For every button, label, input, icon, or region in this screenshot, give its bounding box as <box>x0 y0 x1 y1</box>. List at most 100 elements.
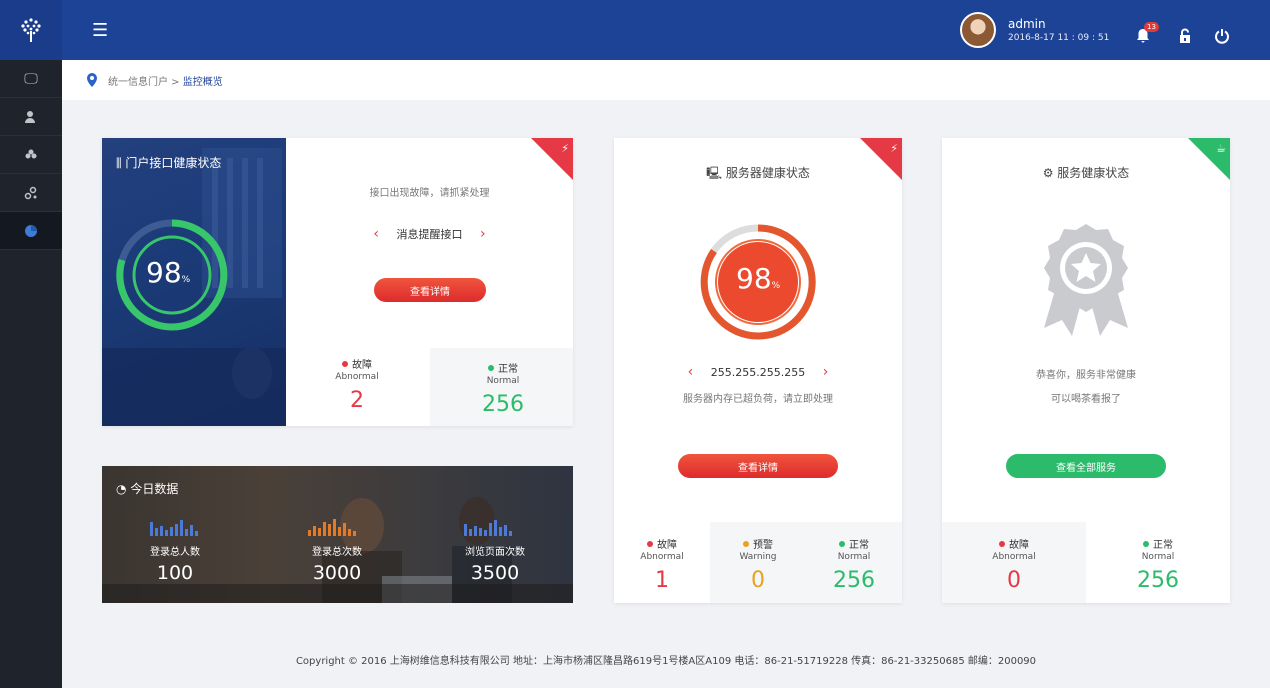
service-message-2: 可以喝茶看报了 <box>1051 394 1121 405</box>
user-info[interactable]: admin 2016-8-17 11 : 09 : 51 <box>960 12 1109 48</box>
service-health-title-text: 服务健康状态 <box>1057 166 1130 180</box>
server-abnormal-stat: 故障 Abnormal 1 <box>618 536 706 593</box>
gears-icon: ⚙ <box>1042 166 1054 180</box>
plug-icon: ⚡ <box>561 142 569 155</box>
sidebar-item-dashboard[interactable] <box>0 212 62 250</box>
server-ip: 255.255.255.255 <box>710 366 806 379</box>
portal-abnormal-en: Abnormal <box>335 372 379 382</box>
login-count-label: 登录总次数 <box>312 547 362 558</box>
breadcrumb: 统一信息门户 > 监控概览 <box>62 60 1270 100</box>
portal-abnormal-value: 2 <box>350 388 364 413</box>
server-percent-value: 98 <box>736 262 772 295</box>
portal-percent-unit: % <box>181 275 191 285</box>
server-warning-stat: 预警 Warning 0 <box>714 536 802 593</box>
service-normal-value: 256 <box>1137 568 1179 593</box>
server-normal-en: Normal <box>837 552 871 562</box>
interface-switcher: ‹ 消息提醒接口 › <box>286 226 573 242</box>
portal-health-details: 接口出现故障，请抓紧处理 ‹ 消息提醒接口 › 查看详情 故障 Abnormal… <box>286 138 573 426</box>
server-abnormal-label: 故障 <box>657 540 677 551</box>
login-count-sparkline <box>308 518 356 536</box>
server-alert-message: 服务器内存已超负荷，请立即处理 <box>683 394 833 405</box>
power-icon[interactable] <box>1214 28 1230 48</box>
service-abnormal-en: Abnormal <box>992 552 1036 562</box>
portal-alert-message: 接口出现故障，请抓紧处理 <box>369 188 490 199</box>
tree-logo-icon <box>21 18 41 42</box>
breadcrumb-root[interactable]: 统一信息门户 > <box>108 73 180 88</box>
portal-corner-ribbon: ⚡ <box>531 138 573 180</box>
portal-normal-label: 正常 <box>498 364 518 375</box>
service-normal-label: 正常 <box>1153 540 1173 551</box>
page-views-sparkline <box>464 518 512 536</box>
portal-abnormal-stat: 故障 Abnormal 2 <box>296 356 418 413</box>
next-interface-button[interactable]: › <box>466 226 500 242</box>
prev-interface-button[interactable]: ‹ <box>359 226 393 242</box>
logo[interactable] <box>0 0 62 60</box>
service-corner-ribbon: ☕ <box>1188 138 1230 180</box>
portal-normal-value: 256 <box>482 392 524 417</box>
portal-view-details-button[interactable]: 查看详情 <box>374 278 486 302</box>
server-ip-switcher: ‹ 255.255.255.255 › <box>614 364 902 380</box>
orange-dot-icon <box>743 541 749 547</box>
red-dot-icon <box>342 361 348 367</box>
coffee-cup-icon: ☕ <box>1216 142 1226 155</box>
login-users-label: 登录总人数 <box>150 547 200 558</box>
server-warning-en: Warning <box>739 552 777 562</box>
service-message-1: 恭喜你，服务非常健康 <box>1036 370 1136 381</box>
server-normal-stat: 正常 Normal 256 <box>810 536 898 593</box>
portal-percent-value: 98 <box>146 256 182 289</box>
page-views-label: 浏览页面次数 <box>465 547 525 558</box>
today-data-title-text: 今日数据 <box>130 482 179 496</box>
service-abnormal-label: 故障 <box>1009 540 1029 551</box>
next-server-button[interactable]: › <box>809 364 843 380</box>
notification-badge: 13 <box>1144 22 1159 32</box>
portal-normal-stat: 正常 Normal 256 <box>442 360 564 417</box>
portal-health-title: ⫼ 门户接口健康状态 <box>116 154 221 171</box>
sidebar-item-groups[interactable] <box>0 136 62 174</box>
server-corner-ribbon: ⚡ <box>860 138 902 180</box>
portal-normal-en: Normal <box>486 376 520 386</box>
login-users-stat: 登录总人数 100 <box>120 543 230 584</box>
server-percent-unit: % <box>771 281 781 291</box>
menu-toggle-icon[interactable]: ☰ <box>92 20 108 41</box>
login-users-value: 100 <box>156 562 194 584</box>
page-views-value: 3500 <box>470 562 520 584</box>
sidebar-item-monitor[interactable]: 🖵 <box>0 60 62 98</box>
avatar[interactable] <box>960 12 996 48</box>
server-warning-value: 0 <box>751 568 765 593</box>
login-users-sparkline <box>150 518 198 536</box>
green-dot-icon <box>839 541 845 547</box>
portal-health-image-panel: ⫼ 门户接口健康状态 98% <box>102 138 286 426</box>
sidebar-item-users[interactable] <box>0 98 62 136</box>
current-datetime: 2016-8-17 11 : 09 : 51 <box>1008 33 1110 43</box>
server-abnormal-value: 1 <box>655 568 669 593</box>
view-all-services-button[interactable]: 查看全部服务 <box>1006 454 1166 478</box>
unlock-icon[interactable] <box>1178 28 1192 48</box>
service-abnormal-value: 0 <box>1007 568 1021 593</box>
server-icon: 🖳 <box>706 166 723 180</box>
pie-chart-icon <box>25 224 37 237</box>
service-health-title: ⚙ 服务健康状态 <box>942 164 1230 181</box>
bell-icon[interactable]: 13 <box>1136 22 1159 48</box>
office-background-image <box>102 148 286 426</box>
service-abnormal-stat: 故障 Abnormal 0 <box>952 536 1076 593</box>
prev-server-button[interactable]: ‹ <box>674 364 708 380</box>
portal-health-title-text: 门户接口健康状态 <box>125 156 222 170</box>
group-icon <box>25 149 37 158</box>
pie-chart-icon: ◔ <box>116 482 127 496</box>
gears-icon <box>24 186 37 199</box>
today-data-title: ◔ 今日数据 <box>116 480 178 497</box>
server-health-percent: 98% <box>736 262 780 295</box>
server-normal-label: 正常 <box>849 540 869 551</box>
service-health-card: ⚙ 服务健康状态 恭喜你，服务非常健康 可以喝茶看报了 查看全部服务 故障 Ab… <box>942 138 1230 603</box>
interface-name: 消息提醒接口 <box>396 228 463 241</box>
sidebar-item-settings[interactable] <box>0 174 62 212</box>
server-health-title-text: 服务器健康状态 <box>725 166 810 180</box>
server-abnormal-en: Abnormal <box>640 552 684 562</box>
server-view-details-button[interactable]: 查看详情 <box>678 454 838 478</box>
portal-health-percent: 98% <box>146 256 190 289</box>
server-warning-label: 预警 <box>753 540 773 551</box>
login-count-stat: 登录总次数 3000 <box>282 543 392 584</box>
user-icon <box>25 110 35 123</box>
service-normal-stat: 正常 Normal 256 <box>1096 536 1220 593</box>
server-health-title: 🖳 服务器健康状态 <box>614 164 902 185</box>
